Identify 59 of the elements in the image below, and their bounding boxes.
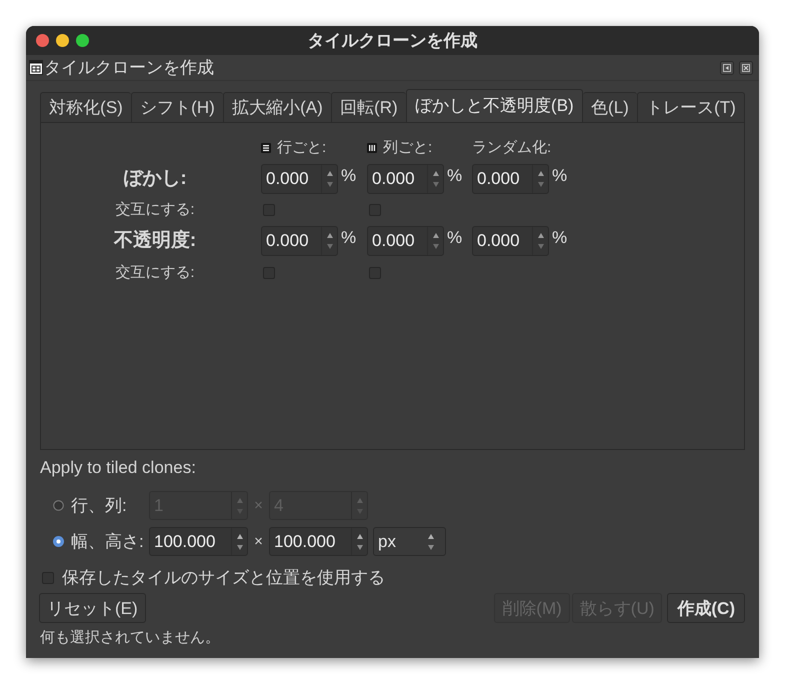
- spin-arrows-icon[interactable]: [432, 169, 440, 189]
- tab[interactable]: 拡大縮小(A): [222, 92, 331, 122]
- spin-arrows-icon[interactable]: [326, 231, 334, 251]
- close-icon[interactable]: [36, 34, 49, 47]
- horizontal-lines-icon: [261, 143, 271, 153]
- tab[interactable]: 対称化(S): [40, 92, 131, 122]
- spin-field[interactable]: 100.000: [149, 527, 248, 556]
- close-icon[interactable]: [739, 60, 753, 74]
- spin-arrows-icon[interactable]: [236, 532, 244, 552]
- triangle-icon[interactable]: [720, 60, 734, 74]
- minimize-icon[interactable]: [56, 34, 69, 47]
- multiply-sign: ×: [253, 497, 264, 514]
- tab[interactable]: シフト(H): [131, 92, 223, 122]
- maximize-icon[interactable]: [76, 34, 89, 47]
- spin-arrows-icon[interactable]: [356, 532, 364, 552]
- action-button[interactable]: 作成(C): [667, 593, 745, 623]
- spin-arrows-icon[interactable]: [432, 231, 440, 251]
- tab[interactable]: ぼかしと不透明度(B): [406, 89, 583, 122]
- multiply-sign: ×: [253, 533, 264, 550]
- vertical-lines-icon: [367, 143, 377, 153]
- unit-label: %: [341, 166, 356, 186]
- spin-field[interactable]: 100.000: [269, 527, 368, 556]
- spin-field[interactable]: 0.000: [472, 164, 549, 194]
- option-label: 行、列:: [71, 496, 128, 516]
- option-label: 幅、高さ:: [71, 532, 145, 552]
- spin-field[interactable]: 0.000: [367, 164, 444, 194]
- unit-label: %: [447, 166, 462, 186]
- row-label: ぼかし:: [123, 168, 187, 190]
- spin-arrows-icon[interactable]: [536, 169, 544, 189]
- unit-dropdown[interactable]: px: [373, 527, 446, 556]
- status-text: 何も選択されていません。: [40, 629, 220, 647]
- column-header: 列ごと:: [383, 139, 432, 157]
- spin-arrows-icon[interactable]: [326, 169, 334, 189]
- section-label: Apply to tiled clones:: [40, 458, 196, 478]
- alternate-label: 交互にする:: [115, 264, 195, 282]
- reset-button[interactable]: リセット(E): [39, 593, 146, 623]
- checkbox-label: 保存したタイルのサイズと位置を使用する: [62, 568, 385, 588]
- tab[interactable]: トレース(T): [636, 92, 746, 122]
- column-header: ランダム化:: [472, 139, 552, 157]
- radio-button[interactable]: [53, 500, 64, 511]
- dropdown-arrows-icon[interactable]: [427, 532, 435, 552]
- column-header: 行ごと:: [277, 139, 326, 157]
- tab[interactable]: 回転(R): [330, 92, 406, 122]
- spin-field[interactable]: 0.000: [472, 226, 549, 256]
- unit-label: %: [552, 166, 568, 186]
- unit-label: %: [341, 228, 356, 248]
- tab[interactable]: 色(L): [582, 92, 637, 122]
- radio-button[interactable]: [53, 536, 64, 547]
- spin-arrows-icon[interactable]: [536, 231, 544, 251]
- row-label: 不透明度:: [114, 230, 196, 252]
- spin-field[interactable]: 0.000: [261, 226, 338, 256]
- window-title: タイルクローンを作成: [308, 30, 478, 50]
- dialog-icon: [29, 59, 43, 76]
- panel-title: タイルクローンを作成: [44, 58, 214, 78]
- spin-field[interactable]: 0.000: [367, 226, 444, 256]
- spin-field[interactable]: 0.000: [261, 164, 338, 194]
- alternate-label: 交互にする:: [115, 201, 195, 219]
- unit-label: %: [552, 228, 568, 248]
- unit-label: %: [447, 228, 462, 248]
